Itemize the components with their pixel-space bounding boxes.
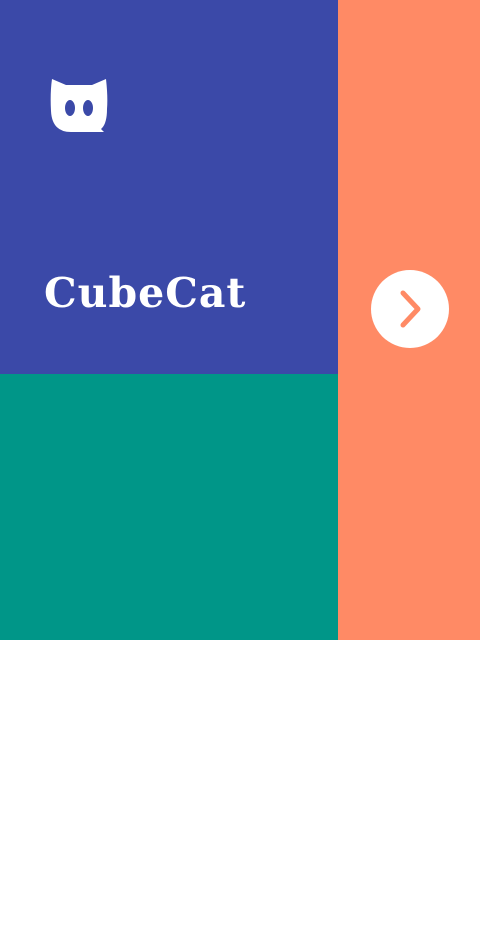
- app-title: CubeCat: [44, 269, 247, 317]
- hex-nut-icon: [47, 906, 87, 944]
- chevron-right-icon: [400, 290, 421, 328]
- next-button[interactable]: [371, 270, 449, 348]
- brand-panel: CubeCat: [0, 0, 338, 374]
- info-panel: Version:3.1: [0, 374, 338, 943]
- version-label: Version:3.1: [107, 914, 197, 933]
- cat-face-icon: [49, 77, 109, 132]
